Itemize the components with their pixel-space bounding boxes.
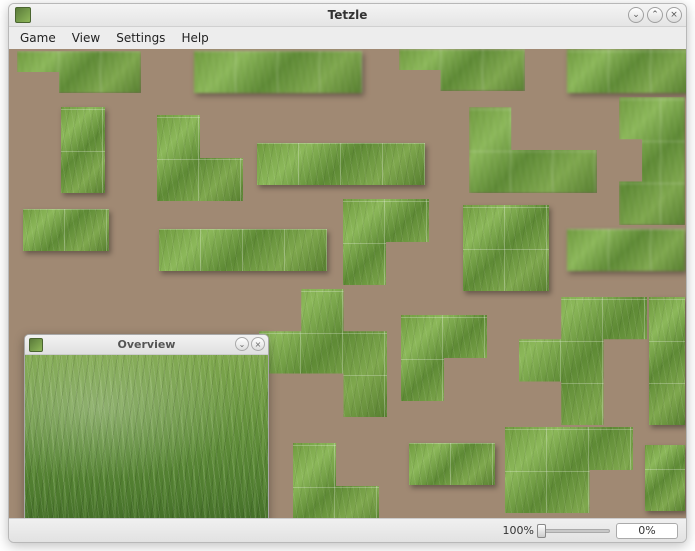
overview-window[interactable]: Overview ⌄ × <box>24 334 269 518</box>
progress-label: 0% <box>638 524 655 537</box>
puzzle-piece[interactable] <box>463 205 549 291</box>
app-icon <box>15 7 31 23</box>
overview-close-button[interactable]: × <box>251 337 265 351</box>
puzzle-piece[interactable] <box>259 289 387 417</box>
puzzle-piece[interactable] <box>469 107 597 193</box>
statusbar: 100% 0% <box>9 518 686 542</box>
puzzle-piece[interactable] <box>23 209 109 251</box>
zoom-slider[interactable] <box>540 529 610 533</box>
puzzle-piece[interactable] <box>567 229 685 271</box>
puzzle-canvas[interactable]: Overview ⌄ × <box>9 49 686 518</box>
overview-app-icon <box>29 338 43 352</box>
progress-indicator: 0% <box>616 523 678 539</box>
overview-image <box>25 355 268 518</box>
app-window: Tetzle ⌄ ⌃ × Game View Settings Help <box>8 3 687 543</box>
puzzle-piece[interactable] <box>61 107 105 193</box>
puzzle-piece[interactable] <box>17 51 141 93</box>
puzzle-piece[interactable] <box>343 199 429 285</box>
maximize-button[interactable]: ⌃ <box>647 7 663 23</box>
window-title: Tetzle <box>9 8 686 22</box>
puzzle-piece[interactable] <box>649 297 685 425</box>
menu-settings[interactable]: Settings <box>109 29 172 47</box>
puzzle-piece[interactable] <box>399 49 525 91</box>
menu-help[interactable]: Help <box>174 29 215 47</box>
puzzle-piece[interactable] <box>401 315 487 401</box>
menu-view[interactable]: View <box>65 29 107 47</box>
overview-shade-button[interactable]: ⌄ <box>235 337 249 351</box>
close-button[interactable]: × <box>666 7 682 23</box>
puzzle-piece[interactable] <box>257 143 425 185</box>
puzzle-piece[interactable] <box>157 115 243 201</box>
puzzle-piece[interactable] <box>567 49 686 93</box>
menu-game[interactable]: Game <box>13 29 63 47</box>
overview-title: Overview <box>25 338 268 351</box>
puzzle-piece[interactable] <box>645 445 685 511</box>
menubar: Game View Settings Help <box>9 27 686 49</box>
puzzle-piece[interactable] <box>293 443 379 518</box>
puzzle-piece[interactable] <box>194 51 362 93</box>
puzzle-piece[interactable] <box>619 97 685 225</box>
puzzle-piece[interactable] <box>505 427 633 513</box>
minimize-button[interactable]: ⌄ <box>628 7 644 23</box>
titlebar[interactable]: Tetzle ⌄ ⌃ × <box>9 4 686 27</box>
puzzle-piece[interactable] <box>519 297 647 425</box>
zoom-label: 100% <box>503 524 534 537</box>
window-controls: ⌄ ⌃ × <box>628 7 682 23</box>
puzzle-piece[interactable] <box>409 443 495 485</box>
zoom-slider-thumb[interactable] <box>537 524 546 538</box>
overview-controls: ⌄ × <box>235 337 265 351</box>
puzzle-piece[interactable] <box>159 229 327 271</box>
overview-titlebar[interactable]: Overview ⌄ × <box>25 335 268 355</box>
